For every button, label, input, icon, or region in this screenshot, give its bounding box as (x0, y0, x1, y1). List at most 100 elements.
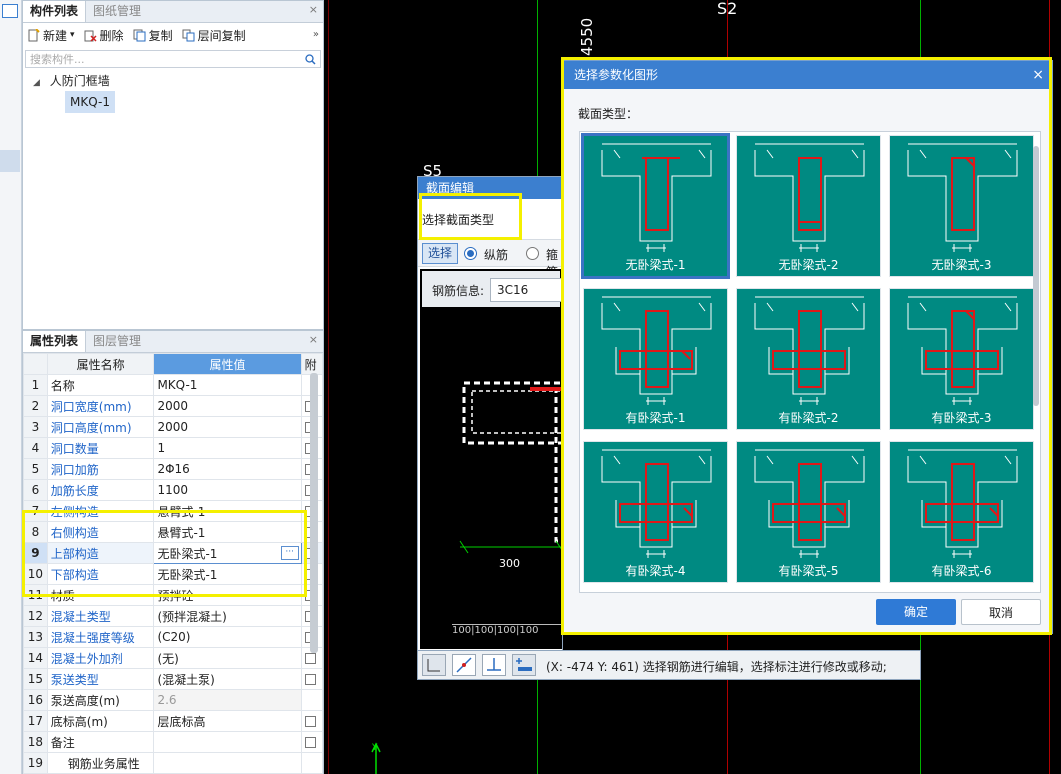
property-row[interactable]: 10 下部构造 无卧梁式-1 (23, 563, 324, 585)
shape-tile-label: 有卧梁式-5 (778, 564, 839, 578)
tool-dim-icon[interactable] (422, 654, 446, 676)
tab-property-list[interactable]: 属性列表 (23, 331, 87, 352)
property-row[interactable]: 16 泵送高度(m) 2.6 (23, 689, 324, 711)
shape-tile[interactable]: 有卧梁式-1 (583, 288, 728, 430)
attach-checkbox[interactable] (304, 674, 316, 685)
attach-checkbox[interactable] (304, 716, 316, 727)
property-value[interactable]: 2Φ16 (153, 458, 302, 480)
app-icon[interactable] (2, 4, 18, 18)
shape-tile[interactable]: 无卧梁式-3 (889, 135, 1034, 277)
delete-button[interactable]: 删除 (84, 27, 124, 44)
row-number: 9 (23, 542, 48, 564)
property-value[interactable]: 1 (153, 437, 302, 459)
shape-tile[interactable]: 无卧梁式-2 (736, 135, 881, 277)
new-button[interactable]: 新建 ▾ (27, 27, 75, 44)
copy-button[interactable]: 复制 (133, 27, 173, 44)
property-name: 备注 (46, 731, 155, 753)
shape-tile[interactable]: 有卧梁式-3 (889, 288, 1034, 430)
copy-icon (133, 29, 146, 41)
component-tabs: 构件列表 图纸管理 × (23, 1, 323, 23)
attach-checkbox[interactable] (304, 653, 316, 664)
component-toolbar: 新建 ▾ 删除 复制 层间复制 » (23, 23, 323, 47)
shape-tile[interactable]: 无卧梁式-1 (581, 133, 730, 279)
property-value[interactable]: 悬臂式-1 (153, 521, 302, 543)
property-value-text: MKQ-1 (157, 378, 198, 392)
shape-tile[interactable]: 有卧梁式-6 (889, 441, 1034, 583)
property-value[interactable]: 无卧梁式-1 (153, 563, 302, 585)
radio-stirrup[interactable] (526, 247, 539, 260)
toolbar-more-icon[interactable]: » (313, 29, 319, 40)
property-value[interactable]: 层底标高 (153, 710, 302, 732)
tree-collapse-icon[interactable]: ◢ (33, 78, 40, 88)
property-value[interactable]: (C20) (153, 626, 302, 648)
tool-diagonal-icon[interactable] (452, 654, 476, 676)
property-row[interactable]: 12 混凝土类型 (预拌混凝土) (23, 605, 324, 627)
tool-add-rebar-icon[interactable] (512, 654, 536, 676)
shape-tile[interactable]: 有卧梁式-4 (583, 441, 728, 583)
property-value[interactable]: 2000 (153, 395, 302, 417)
property-row[interactable]: 4 洞口数量 1 (23, 437, 324, 459)
shape-tile-label: 有卧梁式-1 (625, 411, 686, 425)
property-name: 加筋长度 (46, 479, 155, 501)
property-scrollbar[interactable] (310, 373, 318, 653)
property-value[interactable]: 2.6 (153, 689, 302, 711)
property-value[interactable]: 1100 (153, 479, 302, 501)
ok-button[interactable]: 确定 (876, 599, 956, 625)
property-name: 混凝土强度等级 (46, 626, 155, 648)
property-value[interactable]: 预拌砼 (153, 584, 302, 606)
radio-longitudinal[interactable] (464, 247, 477, 260)
property-close-icon[interactable]: × (309, 333, 318, 346)
property-row[interactable]: 14 混凝土外加剂 (无) (23, 647, 324, 669)
property-row[interactable]: 9 上部构造 无卧梁式-1 ··· (23, 542, 324, 564)
property-row[interactable]: 3 洞口高度(mm) 2000 (23, 416, 324, 438)
select-section-type-button[interactable]: 选择截面类型 (422, 205, 494, 235)
rebar-info-input[interactable]: 3C16 (490, 278, 562, 302)
new-dropdown-icon[interactable]: ▾ (70, 30, 75, 40)
select-mode-button[interactable]: 选择 (422, 243, 458, 264)
property-row[interactable]: 11 材质 预拌砼 (23, 584, 324, 606)
component-search-input[interactable]: 搜索构件... (25, 50, 321, 68)
tab-drawing-manage[interactable]: 图纸管理 (86, 1, 148, 22)
cancel-button[interactable]: 取消 (961, 599, 1041, 625)
property-row[interactable]: 18 备注 (23, 731, 324, 753)
section-drawing (459, 381, 562, 554)
property-value[interactable] (153, 752, 302, 774)
search-icon[interactable] (305, 53, 316, 65)
select-shape-dialog: 选择参数化图形 × 截面类型： 无卧梁式-1 无卧梁式-2 无卧梁式-3 有卧梁式-1… (563, 60, 1053, 634)
property-value[interactable]: (预拌混凝土) (153, 605, 302, 627)
tree-item-selected[interactable]: MKQ-1 (65, 91, 115, 113)
component-list-panel: 构件列表 图纸管理 × 新建 ▾ 删除 复制 层间复制 » 搜索构件... ◢ … (22, 0, 324, 330)
tab-layer-manage[interactable]: 图层管理 (86, 331, 148, 352)
panel-close-icon[interactable]: × (309, 3, 318, 16)
property-value[interactable]: 2000 (153, 416, 302, 438)
tab-component-list[interactable]: 构件列表 (23, 1, 87, 22)
property-row[interactable]: 5 洞口加筋 2Φ16 (23, 458, 324, 480)
section-canvas[interactable]: 钢筋信息: 3C16 300 100|100|100|100 (420, 269, 562, 649)
tree-group[interactable]: ◢ 人防门框墙 (33, 71, 323, 91)
property-row[interactable]: 2 洞口宽度(mm) 2000 (23, 395, 324, 417)
component-tree: ◢ 人防门框墙 MKQ-1 (23, 71, 323, 113)
y-axis-indicator: Y (371, 742, 381, 774)
ellipsis-button[interactable]: ··· (280, 546, 299, 560)
property-row[interactable]: 6 加筋长度 1100 (23, 479, 324, 501)
property-row[interactable]: 7 左侧构造 悬臂式-1 (23, 500, 324, 522)
shape-grid-scrollbar[interactable] (1033, 146, 1039, 406)
property-value[interactable]: 悬臂式-1 (153, 500, 302, 522)
property-row[interactable]: 8 右侧构造 悬臂式-1 (23, 521, 324, 543)
property-value[interactable]: (无) (153, 647, 302, 669)
property-row[interactable]: 19 钢筋业务属性 (23, 752, 324, 774)
property-row[interactable]: 17 底标高(m) 层底标高 (23, 710, 324, 732)
floor-copy-button[interactable]: 层间复制 (182, 27, 246, 44)
property-value[interactable]: (混凝土泵) (153, 668, 302, 690)
shape-tile[interactable]: 有卧梁式-5 (736, 441, 881, 583)
property-row[interactable]: 15 泵送类型 (混凝土泵) (23, 668, 324, 690)
shape-tile[interactable]: 有卧梁式-2 (736, 288, 881, 430)
tool-perpendicular-icon[interactable] (482, 654, 506, 676)
property-value[interactable] (153, 731, 302, 753)
property-value[interactable]: 无卧梁式-1 ··· (153, 542, 302, 564)
dialog-close-icon[interactable]: × (1032, 61, 1044, 89)
attach-checkbox[interactable] (304, 737, 316, 748)
property-row[interactable]: 1 名称 MKQ-1 (23, 374, 324, 396)
property-value[interactable]: MKQ-1 (153, 374, 302, 396)
property-row[interactable]: 13 混凝土强度等级 (C20) (23, 626, 324, 648)
